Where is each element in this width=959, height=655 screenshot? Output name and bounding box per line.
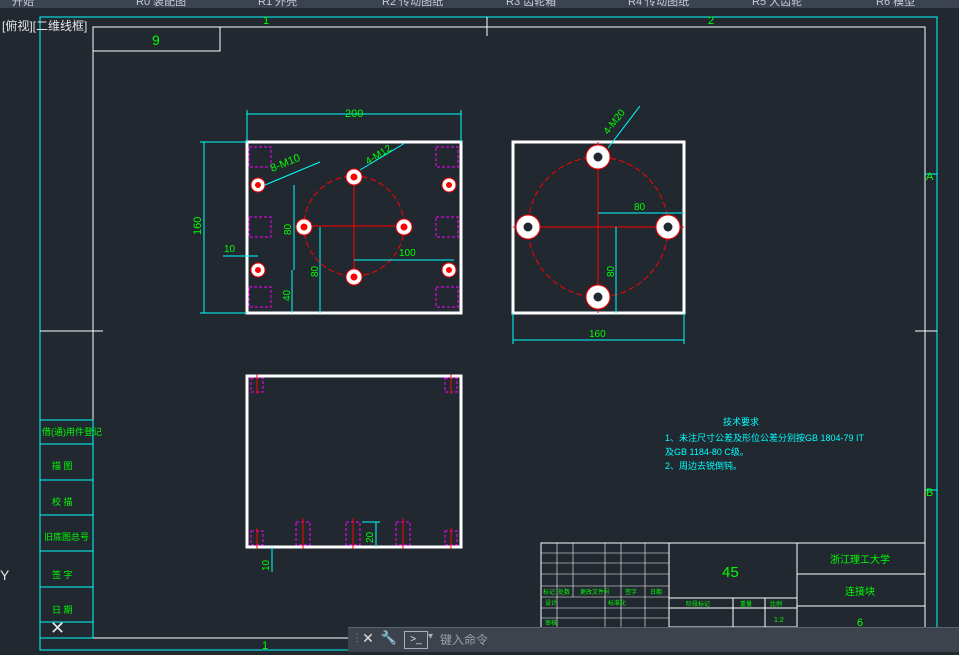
svg-text:重量: 重量 (740, 600, 752, 608)
zone-top-2: 2 (708, 15, 714, 27)
svg-text:校 描: 校 描 (52, 496, 73, 507)
svg-text:设计: 设计 (545, 599, 557, 607)
svg-text:及GB 1184-80 C级。: 及GB 1184-80 C级。 (665, 446, 749, 457)
ucs-close-icon[interactable]: ✕ (50, 618, 65, 639)
part-name: 连接块 (845, 585, 875, 598)
dim-40: 40 (282, 289, 293, 301)
tab-gearbox[interactable]: R3 齿轮箱 (506, 0, 556, 9)
command-input[interactable] (438, 630, 942, 650)
viewport-label[interactable]: [俯视][二维线框] (2, 17, 87, 34)
drawing-number-box: 9 (152, 32, 160, 48)
svg-text:审核: 审核 (545, 619, 557, 627)
zone-right-a: A (926, 171, 934, 183)
dim-left-height: 160 (192, 217, 204, 235)
svg-text:签 字: 签 字 (52, 569, 73, 580)
svg-text:日 期: 日 期 (52, 605, 73, 615)
svg-text:标准化: 标准化 (608, 599, 626, 607)
svg-text:阶段标记: 阶段标记 (686, 600, 710, 608)
tab-transmission[interactable]: R2 传动图纸 (382, 0, 443, 9)
close-icon[interactable]: ✕ (360, 630, 376, 648)
dim-80-lower: 80 (310, 265, 321, 277)
svg-text:描 图: 描 图 (52, 460, 73, 471)
drawing-canvas[interactable]: 1 2 1 2 A B 9 (0, 0, 959, 655)
svg-text:2、周边去锐倒钝。: 2、周边去锐倒钝。 (665, 460, 742, 471)
dim-top-width: 200 (345, 108, 363, 120)
grip-icon[interactable]: ⋮ (352, 633, 362, 647)
svg-text:借(通)用件登记: 借(通)用件登记 (42, 426, 102, 437)
chevron-down-icon[interactable]: ▾ (428, 631, 433, 642)
svg-text:更改文件号: 更改文件号 (580, 588, 610, 596)
bottom-dim-10: 10 (261, 559, 272, 571)
svg-text:技术要求: 技术要求 (723, 416, 759, 427)
right-dim-80-vertical: 80 (606, 265, 617, 277)
svg-text:标记: 标记 (543, 588, 555, 596)
dim-80-vertical: 80 (283, 223, 294, 235)
dim-10: 10 (224, 244, 236, 255)
ucs-y-axis-label: Y (0, 567, 10, 583)
svg-text:1、未注尺寸公差及形位公差分别按GB 1804-79 IT: 1、未注尺寸公差及形位公差分别按GB 1804-79 IT (665, 432, 865, 443)
material-label: 45 (722, 564, 739, 581)
tab-start[interactable]: 开始 (12, 0, 34, 9)
right-dim-width: 160 (589, 329, 606, 340)
svg-text:签字: 签字 (625, 588, 637, 596)
tab-assembly[interactable]: R0 装配图 (136, 0, 186, 9)
scale-value: 1:2 (774, 617, 784, 624)
svg-text:日期: 日期 (650, 588, 662, 596)
svg-text:比例: 比例 (770, 600, 782, 608)
command-line-bar: ⋮ ✕ 🔧 >_ ▾ (348, 627, 959, 652)
command-prompt-icon[interactable]: >_ (404, 631, 428, 649)
zone-right-b: B (926, 487, 933, 499)
svg-text:旧底图总号: 旧底图总号 (44, 531, 89, 542)
tab-big-gear[interactable]: R5 大齿轮 (752, 0, 802, 9)
school-name: 浙江理工大学 (830, 553, 890, 566)
tab-transmission-2[interactable]: R4 传动图纸 (628, 0, 689, 9)
wrench-icon[interactable]: 🔧 (380, 630, 398, 648)
svg-text:处数: 处数 (558, 588, 570, 596)
dim-100: 100 (399, 248, 416, 259)
bottom-dim-20: 20 (365, 531, 376, 543)
file-tab-bar: 开始 R0 装配图 R1 外壳 R2 传动图纸 R3 齿轮箱 R4 传动图纸 R… (0, 0, 959, 8)
tab-shell[interactable]: R1 外壳 (258, 0, 297, 9)
zone-top-1: 1 (263, 15, 269, 27)
tab-model[interactable]: R6 模型 (876, 0, 915, 9)
right-dim-80-horizontal: 80 (634, 202, 646, 213)
zone-bottom-1: 1 (262, 640, 268, 652)
